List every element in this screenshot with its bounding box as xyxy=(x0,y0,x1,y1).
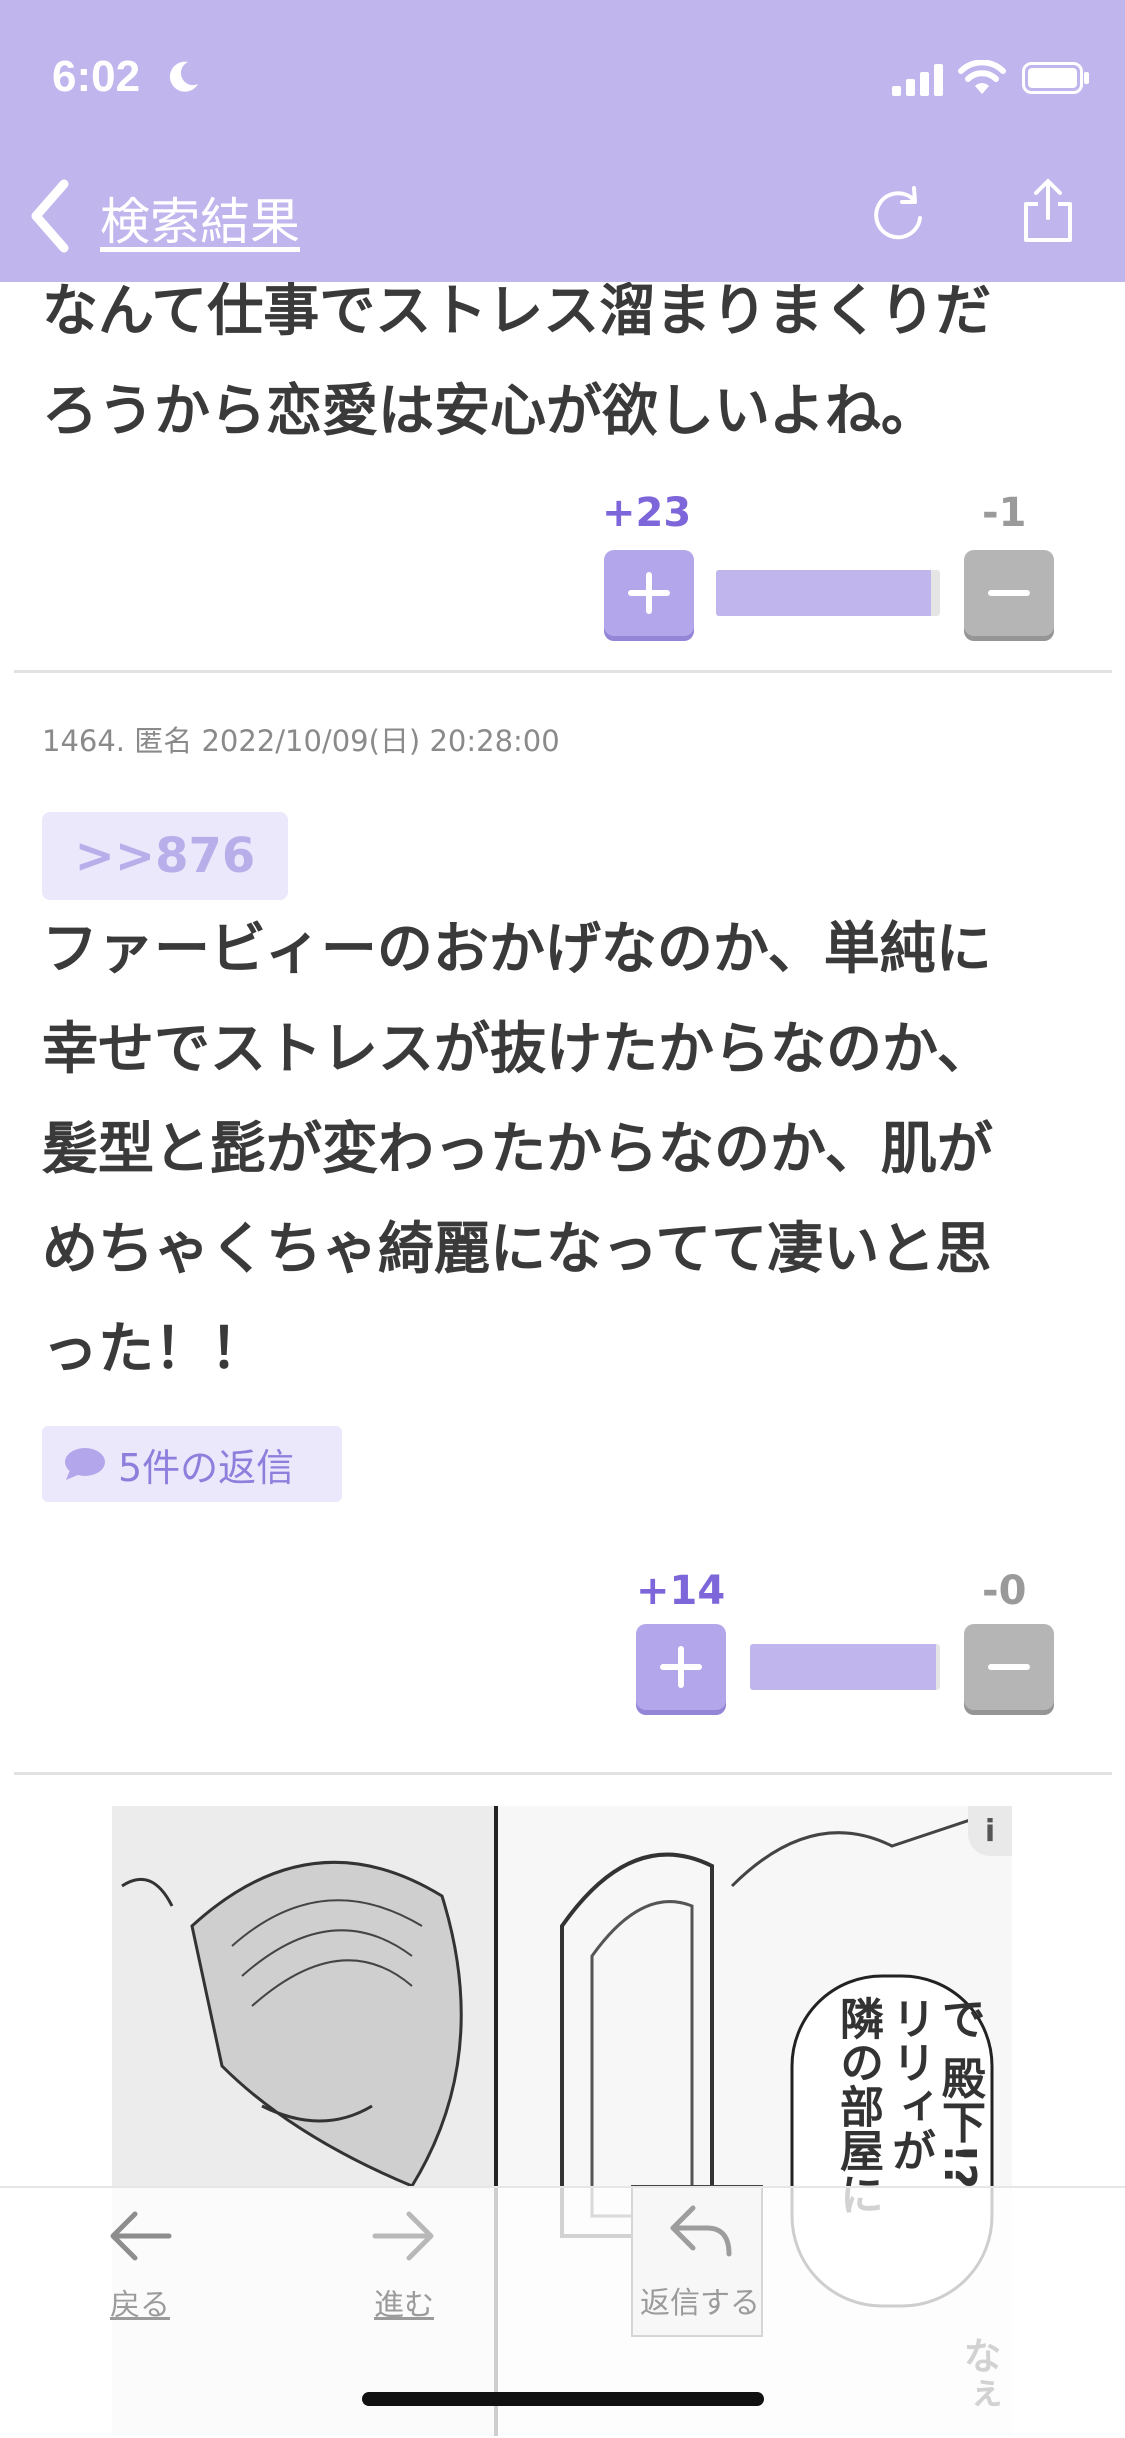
reload-icon[interactable] xyxy=(868,184,928,244)
anchor-link[interactable]: >>876 xyxy=(42,812,288,900)
post-body-text: ファービィーのおかげなのか、単純に 幸せでストレスが抜けたからなのか、 髪型と髭… xyxy=(42,917,993,1382)
reply-arrow-icon xyxy=(670,2205,732,2257)
toolbar-back-button[interactable]: 戻る xyxy=(100,2206,180,2324)
comment-bubble-icon xyxy=(65,1448,105,1480)
replies-count-label: 5件の返信 xyxy=(118,1445,295,1490)
vote-plus-count: +23 xyxy=(602,490,692,536)
divider xyxy=(14,1772,1112,1775)
toolbar-forward-label: 進む xyxy=(374,2288,434,2323)
vote-minus-button[interactable] xyxy=(964,550,1054,636)
toolbar-reply-label: 返信する xyxy=(640,2286,760,2321)
post-meta: 1464. 匿名 2022/10/09(日) 20:28:00 xyxy=(42,724,560,758)
post-body-text: なんて仕事でストレス溜まりまくりだ ろうから恋愛は安心が欲しいよね。 xyxy=(42,279,992,444)
toolbar-back-label: 戻る xyxy=(110,2288,170,2323)
share-icon[interactable] xyxy=(1018,178,1078,244)
back-to-search-results-link[interactable]: 検索結果 xyxy=(100,182,300,254)
home-indicator xyxy=(362,2392,764,2406)
vote-plus-count: +14 xyxy=(636,1568,726,1614)
divider xyxy=(14,670,1112,673)
arrow-left-icon xyxy=(110,2211,172,2261)
vote-area: +23 -1 xyxy=(0,490,1125,610)
vote-ratio-fill xyxy=(716,570,932,616)
manga-speech-text: で 殿下!? xyxy=(934,1996,985,2189)
battery-icon xyxy=(1022,62,1089,94)
status-time: 6:02 xyxy=(52,52,141,101)
back-chevron-icon[interactable] xyxy=(24,176,74,256)
vote-ratio-bar xyxy=(716,570,940,616)
ad-info-icon[interactable]: i xyxy=(968,1806,1012,1856)
manga-speech-text: リリィが xyxy=(884,1996,935,2172)
app-header: 6:02 検索結果 xyxy=(0,0,1125,282)
vote-minus-count: -0 xyxy=(982,1568,1027,1614)
vote-plus-button[interactable] xyxy=(636,1624,726,1710)
toolbar-reply-button[interactable]: 返信する xyxy=(630,2198,770,2322)
replies-button[interactable]: 5件の返信 xyxy=(42,1426,342,1502)
vote-ratio-bar xyxy=(750,1644,940,1690)
toolbar-forward-button[interactable]: 進む xyxy=(364,2206,444,2324)
vote-minus-count: -1 xyxy=(982,490,1027,536)
cellular-signal-icon xyxy=(892,64,943,96)
vote-minus-button[interactable] xyxy=(964,1624,1054,1710)
vote-plus-button[interactable] xyxy=(604,550,694,636)
moon-icon xyxy=(169,61,198,92)
vote-ratio-fill xyxy=(750,1644,937,1690)
manga-speech-text: 隣の部屋に xyxy=(832,1996,883,2216)
arrow-right-icon xyxy=(372,2211,434,2261)
vote-area: +14 -0 xyxy=(0,1562,1125,1682)
wifi-icon xyxy=(958,60,1006,94)
